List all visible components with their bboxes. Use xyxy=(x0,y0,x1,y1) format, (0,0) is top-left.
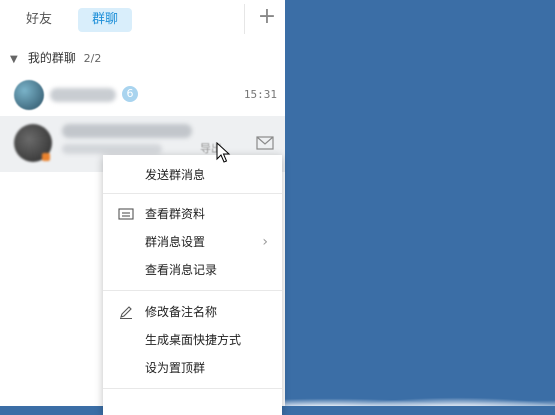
desktop-background xyxy=(285,0,555,406)
mail-icon[interactable] xyxy=(256,136,274,150)
chat-list-panel: 好友 群聊 + ▼ 我的群聊 2/2 6 15:31 导出 发送群消息 查看群资… xyxy=(0,0,285,415)
menu-separator xyxy=(103,193,282,194)
mouse-cursor-icon xyxy=(216,142,231,163)
id-card-icon xyxy=(118,208,134,220)
tab-friends[interactable]: 好友 xyxy=(12,8,66,32)
blurred-group-name xyxy=(62,124,192,138)
menu-item-pin-group[interactable]: 设为置顶群 xyxy=(103,354,282,382)
desktop-wallpaper-snow xyxy=(285,388,555,406)
tab-groups[interactable]: 群聊 xyxy=(78,8,133,32)
status-dot xyxy=(42,153,50,161)
menu-item-edit-remark-name[interactable]: 修改备注名称 xyxy=(103,298,282,326)
chevron-down-icon: ▼ xyxy=(10,54,18,65)
menu-separator xyxy=(103,388,282,389)
message-time: 15:31 xyxy=(243,88,277,101)
avatar xyxy=(14,124,52,162)
group-section-header[interactable]: ▼ 我的群聊 2/2 xyxy=(10,48,101,68)
menu-item-view-message-history[interactable]: 查看消息记录 xyxy=(103,256,282,284)
list-item[interactable]: 6 15:31 xyxy=(0,76,285,114)
unread-badge: 6 xyxy=(122,86,138,102)
avatar xyxy=(14,80,44,110)
menu-separator xyxy=(103,290,282,291)
chevron-right-icon: › xyxy=(262,234,268,250)
menu-item-send-group-message[interactable]: 发送群消息 xyxy=(103,161,282,189)
menu-item-group-message-settings[interactable]: 群消息设置 › xyxy=(103,228,282,256)
context-menu: 发送群消息 查看群资料 群消息设置 › 查看消息记录 修改备注名称 生成桌面快捷… xyxy=(103,155,282,415)
blurred-group-name xyxy=(50,88,116,102)
pencil-icon xyxy=(120,306,132,319)
blurred-last-message xyxy=(62,144,162,154)
menu-item-view-group-info[interactable]: 查看群资料 xyxy=(103,200,282,228)
tab-divider xyxy=(244,4,245,34)
section-count: 2/2 xyxy=(83,52,102,65)
add-button[interactable]: + xyxy=(256,6,278,30)
menu-item-create-desktop-shortcut[interactable]: 生成桌面快捷方式 xyxy=(103,326,282,354)
section-title: 我的群聊 xyxy=(27,51,76,65)
tab-bar: 好友 群聊 + xyxy=(0,0,285,40)
